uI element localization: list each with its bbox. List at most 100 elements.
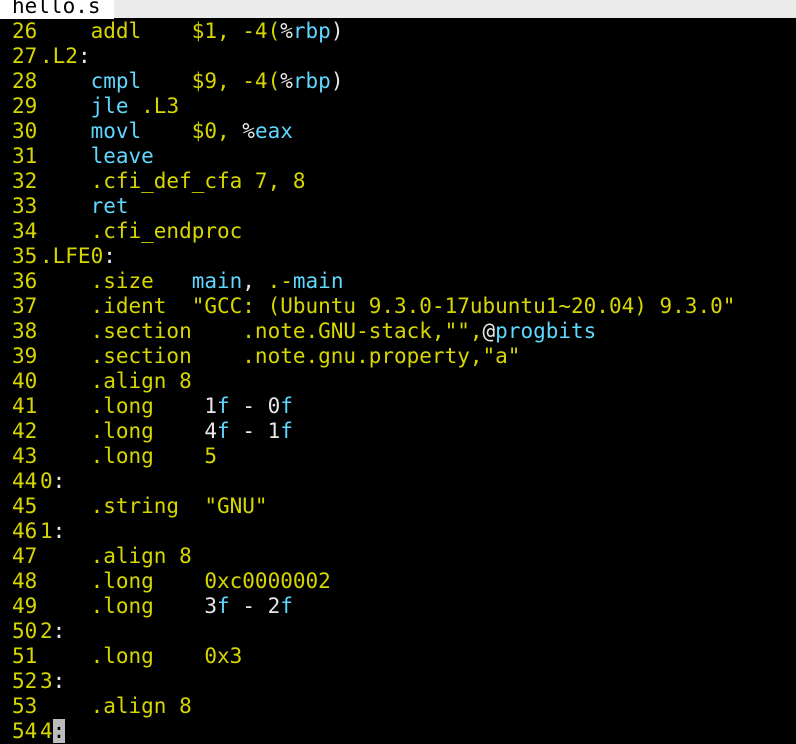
code-token: f (217, 419, 230, 443)
code-text: .cfi_def_cfa 7, 8 (40, 169, 306, 193)
code-token: .L3 (141, 94, 180, 118)
code-text: movl $0, %eax (40, 119, 293, 143)
code-line[interactable]: 27 .L2: (0, 44, 796, 69)
code-token: ) (330, 19, 344, 43)
code-token: 4 (40, 719, 53, 743)
code-token: : (103, 244, 116, 268)
code-line[interactable]: 38 .section .note.GNU-stack,"",@progbits (0, 319, 796, 344)
code-line[interactable]: 47 .align 8 (0, 544, 796, 569)
code-token: .section .note.GNU-stack,"", (40, 319, 483, 343)
code-line[interactable]: 44 0: (0, 469, 796, 494)
code-text: 4: (40, 719, 66, 743)
code-token: - (229, 419, 268, 443)
code-token: , (242, 269, 268, 293)
code-token: 2 (40, 619, 53, 643)
line-number: 44 (12, 469, 38, 493)
tab-bar-fill (114, 0, 796, 18)
line-number: 29 (12, 94, 38, 118)
code-text: .align 8 (40, 694, 192, 718)
code-line[interactable]: 29 jle .L3 (0, 94, 796, 119)
code-line[interactable]: 26 addl $1, -4(%rbp) (0, 19, 796, 44)
line-number: 51 (12, 644, 38, 668)
code-line[interactable]: 52 3: (0, 669, 796, 694)
line-number: 52 (12, 669, 38, 693)
line-number: 31 (12, 144, 38, 168)
code-text: .cfi_endproc (40, 219, 243, 243)
code-line[interactable]: 49 .long 3f - 2f (0, 594, 796, 619)
code-line[interactable]: 48 .long 0xc0000002 (0, 569, 796, 594)
code-text: .LFE0: (40, 244, 116, 268)
code-editor[interactable]: 26 addl $1, -4(%rbp) 27 .L2: 28 cmpl $9, -4… (0, 19, 796, 744)
line-number: 48 (12, 569, 38, 593)
line-number: 33 (12, 194, 38, 218)
code-text: 3: (40, 669, 65, 693)
code-token: movl (40, 119, 192, 143)
code-line[interactable]: 51 .long 0x3 (0, 644, 796, 669)
code-line[interactable]: 32 .cfi_def_cfa 7, 8 (0, 169, 796, 194)
code-token: : (77, 44, 91, 68)
code-line[interactable]: 28 cmpl $9, -4(%rbp) (0, 69, 796, 94)
code-text: .ident "GCC: (Ubuntu 9.3.0-17ubuntu1~20.… (40, 294, 736, 318)
code-line[interactable]: 33 ret (0, 194, 796, 219)
line-number: 49 (12, 594, 38, 618)
code-line[interactable]: 45 .string "GNU" (0, 494, 796, 519)
code-token: - (229, 394, 268, 418)
code-line[interactable]: 53 .align 8 (0, 694, 796, 719)
code-token: $0, (191, 119, 243, 143)
code-token: % (280, 69, 293, 93)
code-line[interactable]: 43 .long 5 (0, 444, 796, 469)
code-token: .cfi_endproc (40, 219, 243, 243)
code-line[interactable]: 36 .size main, .-main (0, 269, 796, 294)
line-number: 53 (12, 694, 38, 718)
code-token: .align 8 (40, 694, 192, 718)
code-line[interactable]: 50 2: (0, 619, 796, 644)
code-line[interactable]: 40 .align 8 (0, 369, 796, 394)
code-text: ret (40, 194, 129, 218)
line-number: 47 (12, 544, 38, 568)
code-text: 1: (40, 519, 65, 543)
code-token: .long 0x3 (40, 644, 243, 668)
code-text: .section .note.GNU-stack,"",@progbits (40, 319, 597, 343)
code-token: ret (40, 194, 129, 218)
code-line[interactable]: 42 .long 4f - 1f (0, 419, 796, 444)
code-line[interactable]: 41 .long 1f - 0f (0, 394, 796, 419)
code-line[interactable]: 34 .cfi_endproc (0, 219, 796, 244)
code-token: 3 (40, 669, 53, 693)
code-text: .align 8 (40, 544, 192, 568)
code-token: 1 (40, 519, 53, 543)
code-token: @ (482, 319, 496, 343)
line-number: 27 (12, 44, 38, 68)
code-line[interactable]: 46 1: (0, 519, 796, 544)
file-tab[interactable]: hello.s (0, 0, 114, 19)
code-line[interactable]: 31 leave (0, 144, 796, 169)
code-token: f (280, 419, 293, 443)
code-line[interactable]: 37 .ident "GCC: (Ubuntu 9.3.0-17ubuntu1~… (0, 294, 796, 319)
line-number: 41 (12, 394, 38, 418)
code-token: .LFE0 (40, 244, 104, 268)
code-line[interactable]: 54 4: (0, 719, 796, 744)
code-token: .long (40, 419, 205, 443)
line-number: 38 (12, 319, 38, 343)
code-token: : (52, 669, 66, 693)
line-number: 32 (12, 169, 38, 193)
code-token: f (217, 394, 230, 418)
code-token: .align 8 (40, 544, 192, 568)
code-token: 3 (204, 594, 218, 618)
code-token: ) (330, 69, 344, 93)
line-number: 46 (12, 519, 38, 543)
text-cursor: : (52, 719, 66, 743)
code-token: $9, -4( (191, 69, 281, 93)
code-line[interactable]: 35 .LFE0: (0, 244, 796, 269)
line-number: 50 (12, 619, 38, 643)
code-text: .string "GNU" (40, 494, 268, 518)
code-line[interactable]: 39 .section .note.gnu.property,"a" (0, 344, 796, 369)
code-token: f (280, 394, 293, 418)
code-token: : (52, 619, 66, 643)
code-token: f (217, 594, 230, 618)
line-number: 28 (12, 69, 38, 93)
code-text: jle .L3 (40, 94, 180, 118)
code-token: leave (40, 144, 154, 168)
code-token: % (280, 19, 293, 43)
line-number: 43 (12, 444, 38, 468)
code-line[interactable]: 30 movl $0, %eax (0, 119, 796, 144)
